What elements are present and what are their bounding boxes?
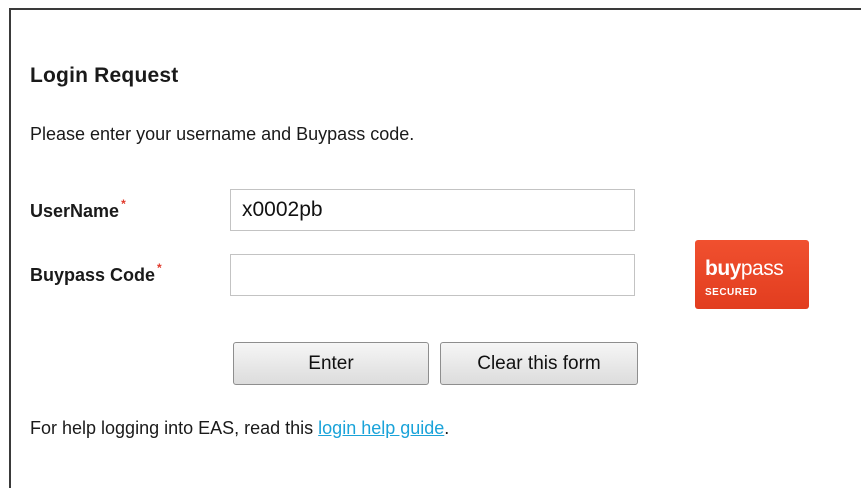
buypass-code-input[interactable] — [230, 254, 635, 296]
enter-button[interactable]: Enter — [233, 342, 429, 385]
buypass-logo-bold: buy — [705, 257, 741, 280]
username-label-text: UserName — [30, 201, 120, 221]
login-help-guide-link[interactable]: login help guide — [318, 418, 444, 438]
buypass-secured-logo: buypass SECURED — [695, 240, 809, 309]
clear-form-button[interactable]: Clear this form — [440, 342, 638, 385]
username-input[interactable] — [230, 189, 635, 231]
buypass-logo-regular: pass — [740, 257, 784, 280]
help-prefix: For help logging into EAS, read this — [30, 418, 319, 438]
username-label: UserName * — [30, 197, 126, 222]
help-suffix: . — [444, 418, 450, 438]
required-marker: * — [157, 261, 162, 275]
required-marker: * — [121, 197, 126, 211]
intro-text: Please enter your username and Buypass c… — [30, 124, 415, 144]
page-title: Login Request — [30, 64, 179, 87]
buypass-logo-wordmark: buypass — [705, 257, 784, 281]
buypass-code-label: Buypass Code * — [30, 261, 162, 286]
buypass-code-label-text: Buypass Code — [30, 265, 156, 285]
buypass-logo-subtitle: SECURED — [705, 287, 758, 298]
help-text: For help logging into EAS, read this log… — [30, 418, 449, 439]
